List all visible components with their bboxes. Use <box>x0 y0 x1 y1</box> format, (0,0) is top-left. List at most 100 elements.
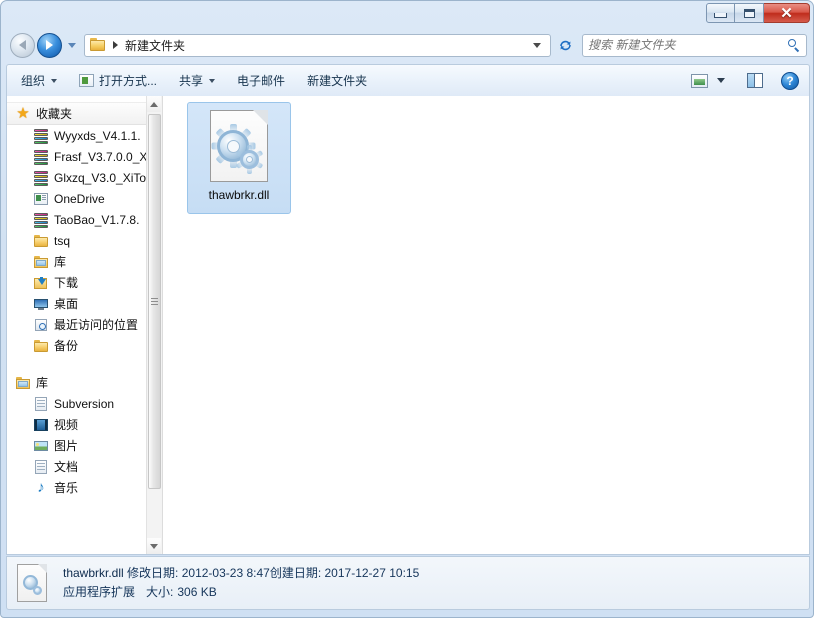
sidebar-item-label: 最近访问的位置 <box>54 318 139 332</box>
sidebar-section-libraries-label: 库 <box>36 376 49 390</box>
dll-file-icon <box>17 563 51 603</box>
sidebar-section-favorites[interactable]: ★ 收藏夹 <box>7 102 148 125</box>
scroll-up-icon <box>150 101 158 107</box>
sidebar-item-label: 视频 <box>54 418 79 432</box>
details-line-2: 应用程序扩展 大小: 306 KB <box>63 583 419 602</box>
chevron-down-icon <box>209 78 216 83</box>
desktop-icon <box>33 296 49 312</box>
sidebar-item-library-shortcut[interactable]: 库 <box>7 251 148 272</box>
sidebar-item-label: 音乐 <box>54 481 79 495</box>
email-button[interactable]: 电子邮件 <box>229 70 293 92</box>
sidebar-item-desktop[interactable]: 桌面 <box>7 293 148 314</box>
recent-locations-dropdown-icon[interactable] <box>68 42 76 48</box>
onedrive-icon <box>33 191 49 207</box>
forward-arrow-icon <box>46 40 53 50</box>
scroll-down-icon <box>150 543 158 549</box>
details-pane-text: thawbrkr.dll 修改日期: 2012-03-23 8:47 创建日期:… <box>63 564 419 602</box>
share-button[interactable]: 共享 <box>171 70 223 92</box>
view-mode-icon[interactable] <box>691 73 708 88</box>
file-item-label: thawbrkr.dll <box>208 188 270 202</box>
sidebar-item-pictures[interactable]: 图片 <box>7 435 148 456</box>
archive-icon <box>33 128 49 144</box>
maximize-button[interactable] <box>735 3 764 23</box>
sidebar-item-label: 库 <box>54 255 67 269</box>
back-button[interactable] <box>10 32 35 58</box>
navigation-pane: ★ 收藏夹 Wyyxds_V4.1.1. Frasf_V3.7.0.0_X Gl… <box>7 96 163 554</box>
search-input[interactable] <box>588 38 787 52</box>
music-icon: ♪ <box>37 478 45 496</box>
download-icon <box>33 275 49 291</box>
sidebar-item-tsq[interactable]: tsq <box>7 230 148 251</box>
share-label: 共享 <box>179 74 204 88</box>
maximize-icon <box>743 8 755 18</box>
archive-icon <box>33 170 49 186</box>
star-icon: ★ <box>16 104 30 122</box>
archive-icon <box>33 149 49 165</box>
minimize-icon <box>714 13 727 18</box>
command-bar: 组织 打开方式... 共享 电子邮件 新建文件夹 ? <box>6 64 810 96</box>
folder-icon <box>33 233 49 249</box>
document-icon <box>33 396 49 412</box>
back-arrow-icon <box>19 40 26 50</box>
search-icon <box>787 38 801 52</box>
sidebar-item-videos[interactable]: 视频 <box>7 414 148 435</box>
breadcrumb-separator-icon <box>113 41 118 49</box>
open-with-button[interactable]: 打开方式... <box>71 70 165 92</box>
forward-button[interactable] <box>37 32 62 58</box>
command-bar-right-group: ? <box>691 71 799 90</box>
sidebar-item-music[interactable]: ♪ 音乐 <box>7 477 148 498</box>
details-created-value: 2017-12-27 10:15 <box>324 566 420 580</box>
document-icon <box>33 459 49 475</box>
sidebar-item-taobao[interactable]: TaoBao_V1.7.8. <box>7 209 148 230</box>
sidebar-item-label: 图片 <box>54 439 79 453</box>
sidebar-item-label: tsq <box>54 233 71 248</box>
new-folder-label: 新建文件夹 <box>307 74 368 88</box>
sidebar-item-backup[interactable]: 备份 <box>7 335 148 356</box>
library-icon <box>15 375 31 391</box>
chevron-down-icon[interactable] <box>717 78 725 83</box>
title-bar: ✕ <box>1 1 813 27</box>
picture-icon <box>33 438 49 454</box>
organize-button[interactable]: 组织 <box>13 70 65 92</box>
close-button[interactable]: ✕ <box>764 3 810 23</box>
details-created-label: 创建日期: <box>269 566 322 580</box>
sidebar-item-glxzq[interactable]: Glxzq_V3.0_XiTo <box>7 167 148 188</box>
new-folder-button[interactable]: 新建文件夹 <box>299 70 375 92</box>
sidebar-item-wyyxds[interactable]: Wyyxds_V4.1.1. <box>7 125 148 146</box>
sidebar-item-downloads[interactable]: 下载 <box>7 272 148 293</box>
file-item-thawbrkr-dll[interactable]: thawbrkr.dll <box>187 102 291 214</box>
recent-places-icon <box>33 317 49 333</box>
scroll-up-button[interactable] <box>147 96 161 112</box>
sidebar-scrollbar[interactable] <box>146 96 162 554</box>
sidebar-item-recent-places[interactable]: 最近访问的位置 <box>7 314 148 335</box>
close-icon: ✕ <box>780 4 793 22</box>
preview-pane-icon[interactable] <box>747 73 763 88</box>
chevron-down-icon <box>51 78 58 83</box>
details-file-name: thawbrkr.dll <box>63 566 124 580</box>
sidebar-item-subversion[interactable]: Subversion <box>7 393 148 414</box>
sidebar-item-label: TaoBao_V1.7.8. <box>54 212 140 227</box>
help-icon[interactable]: ? <box>781 71 799 90</box>
address-bar[interactable]: 新建文件夹 <box>84 33 551 57</box>
scroll-down-button[interactable] <box>147 538 161 554</box>
scrollbar-thumb[interactable] <box>148 114 161 489</box>
breadcrumb-current-folder[interactable]: 新建文件夹 <box>125 37 185 54</box>
help-label: ? <box>786 73 794 88</box>
organize-label: 组织 <box>21 74 46 88</box>
sidebar-item-label: 文档 <box>54 460 79 474</box>
sidebar-item-onedrive[interactable]: OneDrive <box>7 188 148 209</box>
search-box[interactable] <box>582 33 807 57</box>
folder-icon <box>90 38 106 52</box>
navigation-list: ★ 收藏夹 Wyyxds_V4.1.1. Frasf_V3.7.0.0_X Gl… <box>7 96 148 498</box>
sidebar-item-frasf[interactable]: Frasf_V3.7.0.0_X <box>7 146 148 167</box>
refresh-button[interactable] <box>554 34 576 56</box>
navigation-buttons <box>10 32 76 58</box>
video-icon <box>33 417 49 433</box>
sidebar-item-documents[interactable]: 文档 <box>7 456 148 477</box>
file-list-view[interactable]: thawbrkr.dll <box>163 96 809 554</box>
scrollbar-grip-icon <box>151 301 158 302</box>
refresh-icon <box>559 40 571 50</box>
address-dropdown-icon[interactable] <box>533 42 541 48</box>
sidebar-section-libraries[interactable]: 库 <box>7 372 148 393</box>
minimize-button[interactable] <box>706 3 735 23</box>
